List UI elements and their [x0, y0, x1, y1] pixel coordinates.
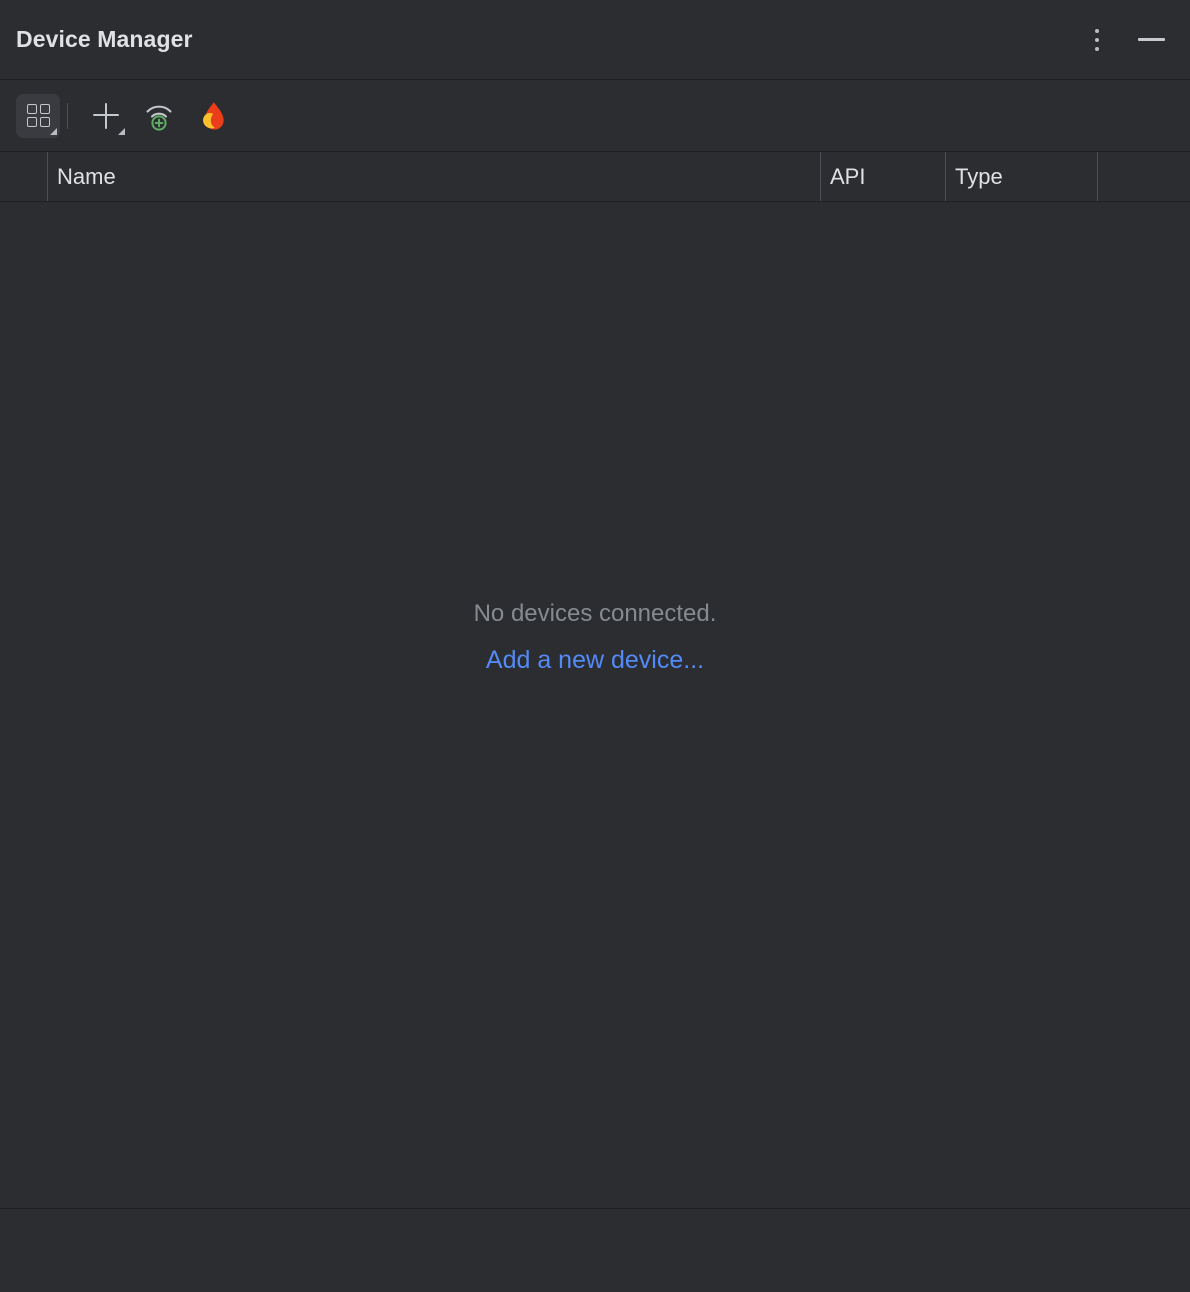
grid-icon	[27, 104, 50, 127]
plus-icon	[93, 103, 119, 129]
empty-state: No devices connected. Add a new device..…	[0, 602, 1190, 673]
minimize-icon	[1138, 38, 1165, 41]
more-options-button[interactable]	[1080, 23, 1114, 57]
device-table-header: Name API Type	[0, 152, 1190, 202]
column-header-actions[interactable]	[1097, 152, 1190, 201]
toolbar	[0, 80, 1190, 152]
chevron-down-icon	[50, 128, 57, 135]
wifi-plus-icon	[142, 99, 176, 133]
column-header-api[interactable]: API	[820, 152, 945, 201]
device-manager-window: Device Manager	[0, 0, 1190, 1292]
firebase-flame-icon	[197, 100, 227, 132]
device-grid-view-button[interactable]	[16, 94, 60, 138]
add-device-button[interactable]	[84, 94, 128, 138]
pair-wireless-device-button[interactable]	[137, 94, 181, 138]
column-header-status[interactable]	[0, 152, 47, 201]
add-new-device-link[interactable]: Add a new device...	[486, 648, 704, 673]
page-title: Device Manager	[16, 28, 193, 51]
minimize-button[interactable]	[1134, 23, 1168, 57]
titlebar: Device Manager	[0, 0, 1190, 80]
column-header-name[interactable]: Name	[47, 152, 820, 201]
toolbar-separator	[67, 103, 68, 129]
firebase-test-lab-button[interactable]	[190, 94, 234, 138]
device-table-body: No devices connected. Add a new device..…	[0, 202, 1190, 1208]
chevron-down-icon	[118, 128, 125, 135]
titlebar-actions	[1080, 23, 1168, 57]
column-header-type[interactable]: Type	[945, 152, 1097, 201]
empty-state-message: No devices connected.	[474, 602, 717, 626]
bottom-panel	[0, 1209, 1190, 1292]
kebab-menu-icon	[1095, 29, 1099, 51]
